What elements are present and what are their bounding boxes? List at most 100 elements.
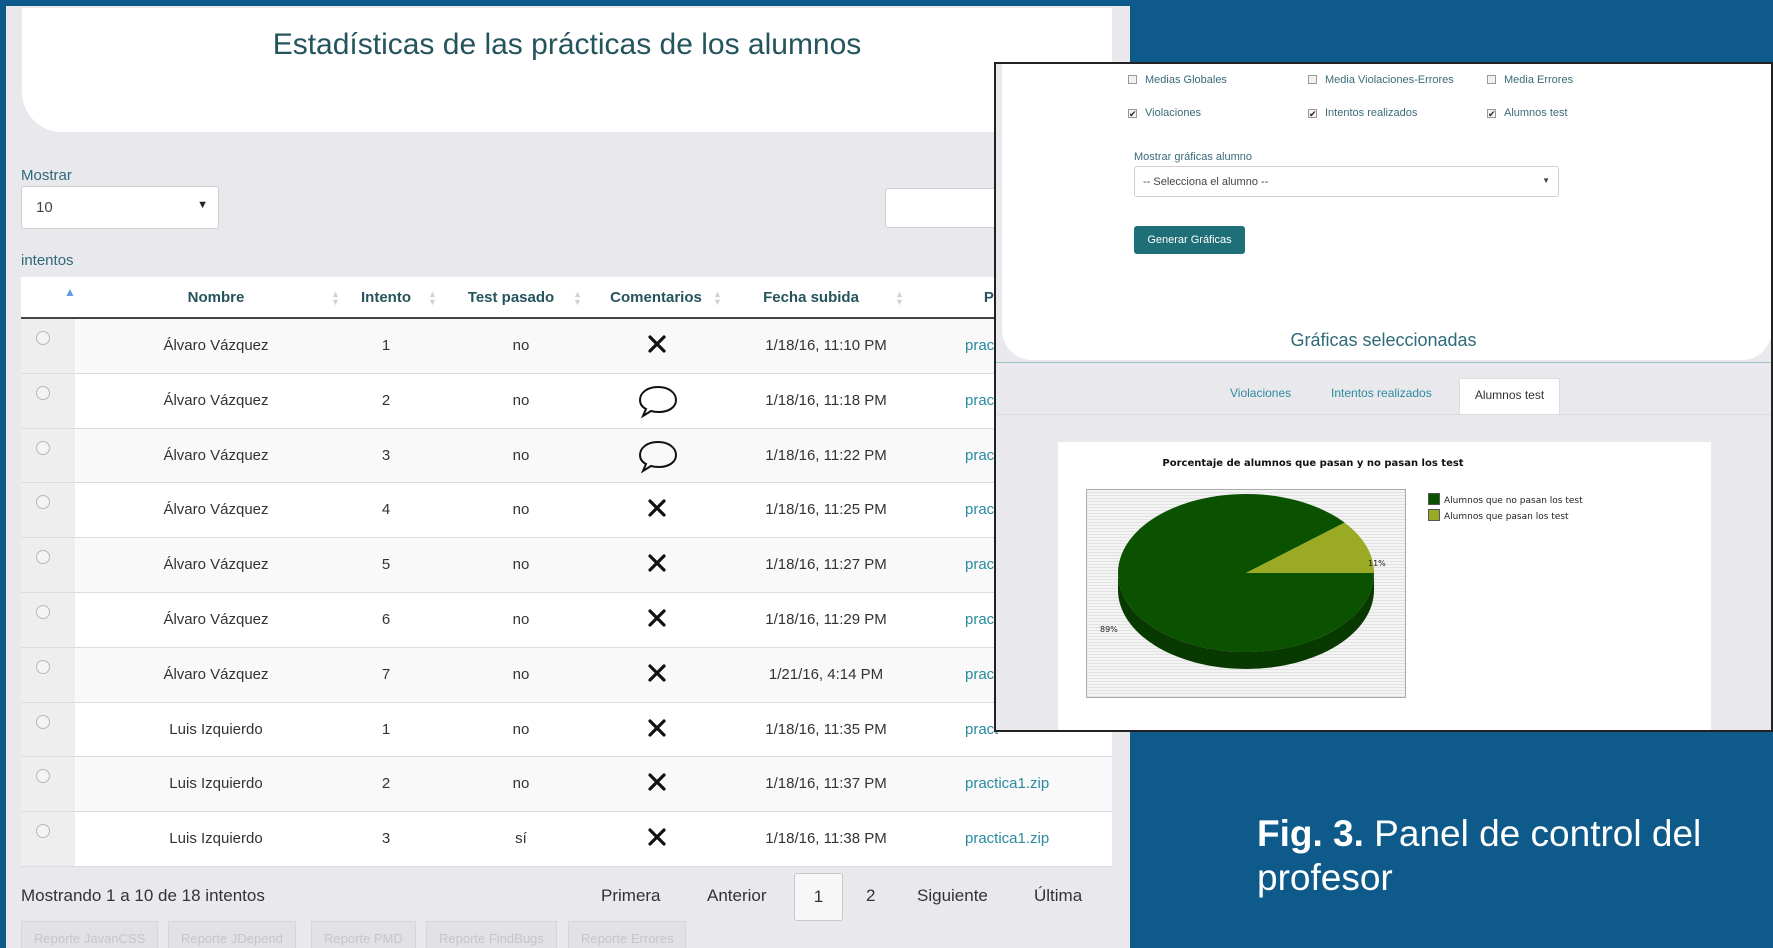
caret-down-icon: ▼ [1542, 176, 1550, 185]
checkbox-alumnos-test[interactable]: ✔ Alumnos test [1487, 107, 1568, 119]
close-icon [645, 606, 669, 630]
report-jdepend-button[interactable]: Reporte JDepend [168, 921, 296, 948]
entries-label: intentos [21, 252, 74, 269]
sort-icon[interactable]: ▲ ▼ [331, 290, 340, 307]
row-radio[interactable] [36, 769, 50, 784]
cell-date: 1/18/16, 11:10 PM [765, 337, 887, 354]
checkbox-violaciones[interactable]: ✔ Violaciones [1128, 107, 1201, 119]
row-radio[interactable] [36, 440, 50, 455]
charts-panel: Medias Globales Media Violaciones-Errore… [994, 62, 1773, 732]
cell-date: 1/18/16, 11:35 PM [765, 720, 887, 738]
checkbox-label: Media Errores [1504, 74, 1574, 86]
select-cell [21, 319, 75, 373]
row-radio[interactable] [36, 385, 50, 400]
report-javancss-button[interactable]: Reporte JavanCSS [21, 921, 159, 948]
page-prev-button[interactable]: Anterior [707, 886, 767, 906]
col-intento[interactable]: Intento [356, 289, 416, 306]
cell-name: Álvaro Vázquez [163, 501, 269, 519]
pie-chart: Porcentaje de alumnos que pasan y no pas… [1058, 442, 1711, 730]
cell-name: Álvaro Vázquez [163, 391, 269, 409]
table-row: Álvaro Vázquez 3 no 1/18/16, 11:22 PM pract [21, 428, 1112, 484]
table-row: Luis Izquierdo 2 no 1/18/16, 11:37 PM practi… [21, 757, 1112, 813]
col-comentarios[interactable]: Comentarios [606, 289, 706, 306]
cell-passed: no [512, 501, 530, 519]
cell-file-link[interactable]: practica1.zip [965, 775, 1049, 792]
cell-date: 1/18/16, 11:27 PM [765, 556, 887, 574]
report-errores-button[interactable]: Reporte Errores [568, 921, 687, 948]
col-nombre[interactable]: Nombre [141, 289, 291, 306]
legend-swatch [1428, 493, 1440, 505]
page-first-button[interactable]: Primera [601, 886, 661, 906]
checkbox-media-errores[interactable]: Media Errores [1487, 74, 1573, 86]
sort-asc-icon[interactable]: ▲ [64, 286, 76, 298]
table-row: Luis Izquierdo 3 sí 1/18/16, 11:38 PM practi… [21, 812, 1112, 867]
select-cell [21, 428, 75, 483]
divider [996, 362, 1771, 363]
row-radio[interactable] [36, 714, 50, 729]
cell-file-link[interactable]: practica1.zip [965, 830, 1049, 847]
figure-caption: Fig. 3. Panel de control del profesor [1257, 812, 1757, 900]
student-label: Mostrar gráficas alumno [1134, 151, 1252, 163]
cell-attempt: 2 [381, 775, 391, 793]
comment-bubble-icon[interactable] [637, 438, 679, 474]
legend-swatch [1428, 509, 1440, 521]
checkbox-medias-globales[interactable]: Medias Globales [1128, 74, 1227, 86]
col-fecha-subida[interactable]: Fecha subida [756, 289, 866, 306]
cell-name: Álvaro Vázquez [163, 665, 269, 683]
select-cell [21, 592, 75, 647]
sort-icon[interactable]: ▲ ▼ [895, 290, 904, 307]
row-radio[interactable] [36, 331, 50, 345]
table-row: Álvaro Vázquez 2 no 1/18/16, 11:18 PM pract [21, 373, 1112, 429]
row-radio[interactable] [36, 659, 50, 674]
student-select[interactable]: -- Selecciona el alumno -- ▼ [1134, 166, 1559, 197]
select-cell [21, 812, 75, 866]
close-icon [645, 825, 669, 849]
page-title: Estadísticas de las prácticas de los alu… [272, 28, 862, 61]
col-test-pasado[interactable]: Test pasado [461, 289, 561, 306]
title-card: Estadísticas de las prácticas de los alu… [22, 8, 1112, 132]
main-window: Estadísticas de las prácticas de los alu… [6, 6, 1130, 948]
tab-alumnos-test[interactable]: Alumnos test [1459, 378, 1560, 414]
checkbox-media-violaciones-errores[interactable]: Media Violaciones-Errores [1308, 74, 1454, 86]
slice-label-pass: 11% [1368, 559, 1386, 568]
checkbox-intentos-realizados[interactable]: ✔ Intentos realizados [1308, 107, 1417, 119]
generate-charts-button[interactable]: Generar Gráficas [1134, 226, 1245, 254]
sort-icon[interactable]: ▲ ▼ [428, 290, 437, 307]
student-select-value: -- Selecciona el alumno -- [1143, 176, 1269, 188]
page-length-select[interactable]: 10 ▼ [21, 186, 219, 229]
sort-icon[interactable]: ▲ ▼ [573, 290, 582, 307]
close-icon [645, 496, 669, 520]
row-radio[interactable] [36, 604, 50, 619]
cell-passed: no [512, 665, 530, 683]
report-findbugs-button[interactable]: Reporte FindBugs [426, 921, 557, 948]
table-row: Álvaro Vázquez 5 no 1/18/16, 11:27 PM pract [21, 538, 1112, 593]
cell-date: 1/18/16, 11:29 PM [765, 610, 887, 628]
cell-attempt: 5 [381, 556, 391, 574]
row-radio[interactable] [36, 824, 50, 839]
page-2-button[interactable]: 2 [866, 886, 875, 906]
page-last-button[interactable]: Última [1034, 886, 1082, 906]
cell-attempt: 4 [381, 501, 391, 519]
cell-attempt: 2 [381, 391, 391, 409]
close-icon [645, 716, 669, 740]
table-row: Álvaro Vázquez 6 no 1/18/16, 11:29 PM pract [21, 592, 1112, 648]
select-cell [21, 483, 75, 538]
sort-icon[interactable]: ▲ ▼ [713, 290, 722, 307]
tab-violaciones[interactable]: Violaciones [1230, 386, 1291, 400]
row-radio[interactable] [36, 495, 50, 510]
table-header: ▲ Nombre ▲ ▼ Intento ▲ ▼ Test pasado ▲ ▼ Co… [21, 277, 1112, 319]
cell-passed: no [512, 446, 530, 464]
cell-passed: no [512, 391, 530, 409]
page-current-button[interactable]: 1 [794, 873, 843, 921]
cell-date: 1/18/16, 11:37 PM [765, 775, 887, 793]
row-radio[interactable] [36, 550, 50, 565]
page-next-button[interactable]: Siguiente [917, 886, 988, 906]
page-length-value: 10 [36, 199, 53, 216]
tab-intentos-realizados[interactable]: Intentos realizados [1331, 386, 1432, 400]
select-cell [21, 373, 75, 428]
report-pmd-button[interactable]: Reporte PMD [311, 921, 416, 948]
show-label: Mostrar [21, 167, 72, 184]
close-icon [645, 332, 669, 356]
comment-bubble-icon[interactable] [637, 383, 679, 419]
cell-date: 1/18/16, 11:22 PM [765, 446, 887, 464]
